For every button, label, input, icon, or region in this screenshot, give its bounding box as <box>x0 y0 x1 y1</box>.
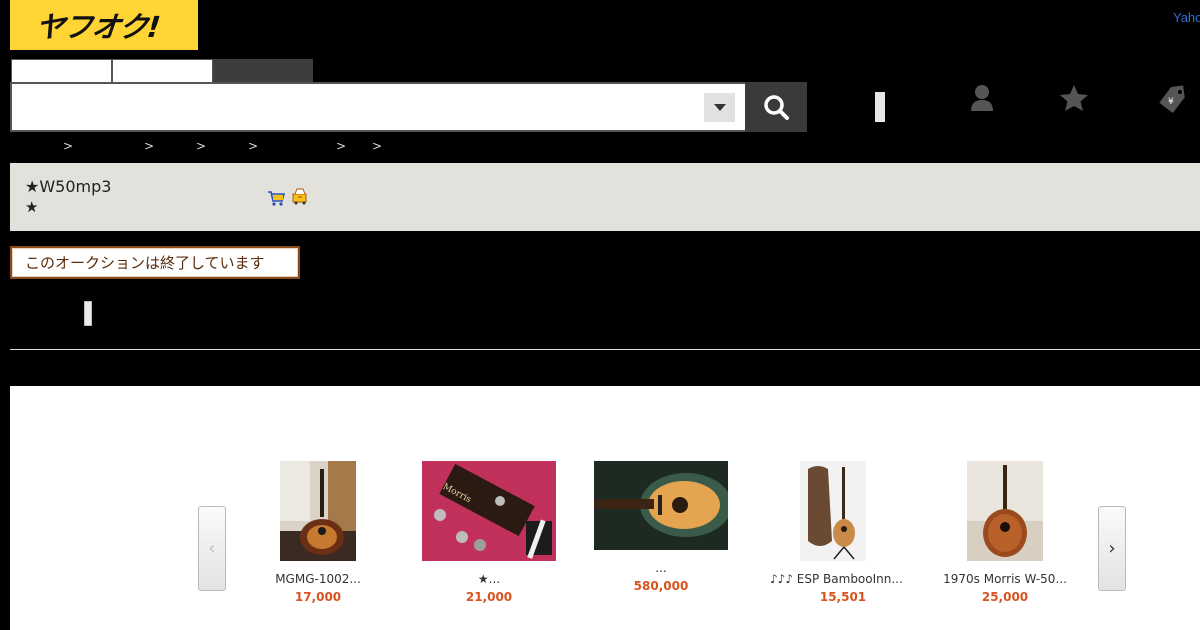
breadcrumb-separator: > <box>144 139 155 153</box>
chevron-down-icon <box>713 104 726 111</box>
item-name: ... <box>655 561 667 575</box>
recommendation-item[interactable]: Morris ★... 21,000 <box>409 461 569 604</box>
chevron-right-icon: › <box>1108 538 1116 559</box>
search-category-dropdown[interactable] <box>704 93 735 122</box>
price-tag-icon: ¥ <box>1159 85 1185 113</box>
guitar-thumbnail <box>967 461 1043 561</box>
recommendation-item[interactable]: ♪♪♪ ESP BambooInn... 15,501 <box>753 461 913 604</box>
section-divider <box>10 349 1200 350</box>
recommendation-item[interactable]: ... 580,000 <box>581 461 741 593</box>
shopping-cart-icon <box>268 191 285 206</box>
breadcrumb-separator: > <box>248 139 259 153</box>
carousel-next-button[interactable]: › <box>1098 506 1126 591</box>
item-name: MGMG-1002... <box>275 572 361 586</box>
guitar-thumbnail: Morris <box>422 461 556 561</box>
watchlist-button[interactable] <box>1054 80 1094 116</box>
guitar-thumbnail <box>800 461 866 561</box>
item-price: 25,000 <box>981 590 1029 604</box>
breadcrumb-separator: > <box>372 139 383 153</box>
search-button[interactable] <box>745 82 807 132</box>
item-price: 580,000 <box>633 579 689 593</box>
carousel-prev-button[interactable]: ‹ <box>198 506 226 591</box>
yahoo-top-link[interactable]: Yahoo <box>1173 10 1200 25</box>
item-title-continued: ★ <box>25 198 39 216</box>
logo-text: ヤフオク! <box>34 10 162 44</box>
item-name: 1970s Morris W-50... <box>943 572 1067 586</box>
guitar-thumbnail <box>594 461 728 550</box>
item-name: ♪♪♪ ESP BambooInn... <box>770 572 903 586</box>
recommendation-item[interactable]: 1970s Morris W-50... 25,000 <box>925 461 1085 604</box>
chevron-left-icon: ‹ <box>208 538 216 559</box>
star-icon <box>1060 85 1088 111</box>
tab-scope-1[interactable] <box>11 59 112 83</box>
recommendations-section: ‹ MGMG-1002... 17,000 Morris ★... 21,000… <box>10 386 1200 630</box>
item-price: 21,000 <box>465 590 513 604</box>
delivery-icon <box>292 188 307 205</box>
svg-text:¥: ¥ <box>1168 97 1174 107</box>
search-scope-tabs <box>11 59 313 83</box>
info-indicator <box>84 301 92 326</box>
sell-button[interactable]: ¥ <box>1152 80 1192 116</box>
yafuoku-logo[interactable]: ヤフオク! <box>10 0 198 50</box>
my-auction-button[interactable] <box>962 80 1002 116</box>
item-name: ★... <box>477 572 501 586</box>
item-price: 17,000 <box>294 590 342 604</box>
breadcrumb-separator: > <box>63 139 74 153</box>
search-box <box>10 82 746 132</box>
tab-scope-3[interactable] <box>213 59 313 83</box>
item-title: ★W50mp3 <box>25 177 112 196</box>
user-icon <box>971 85 993 111</box>
recommendation-item[interactable]: MGMG-1002... 17,000 <box>238 461 398 604</box>
breadcrumb-separator: > <box>196 139 207 153</box>
auction-ended-badge: このオークションは終了しています <box>10 246 300 279</box>
tab-scope-2[interactable] <box>112 59 213 83</box>
search-input[interactable] <box>20 92 700 122</box>
breadcrumb: > > > > > > <box>10 139 510 155</box>
search-icon <box>764 95 789 120</box>
notification-indicator[interactable] <box>875 92 885 122</box>
breadcrumb-separator: > <box>336 139 347 153</box>
item-title-band: ★W50mp3 ★ <box>10 163 1200 231</box>
item-price: 15,501 <box>819 590 867 604</box>
guitar-thumbnail <box>280 461 356 561</box>
